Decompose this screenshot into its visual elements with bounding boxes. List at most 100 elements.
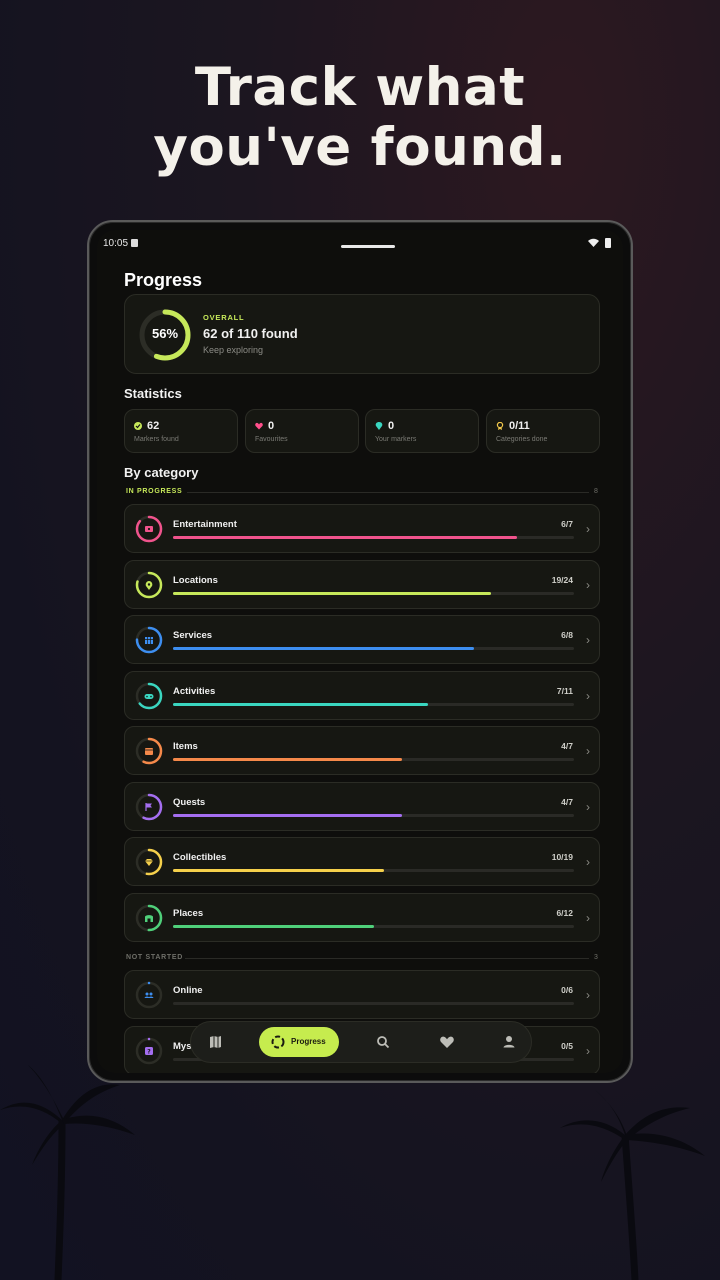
- category-count: 19/24: [551, 574, 573, 585]
- nav-progress-tab[interactable]: Progress: [259, 1027, 339, 1057]
- category-progress-ring: [135, 682, 163, 709]
- category-count: 6/12: [556, 907, 573, 918]
- map-icon[interactable]: [205, 1032, 225, 1052]
- category-count: 0/6: [561, 985, 573, 995]
- category-row-quests[interactable]: Quests 4/7 ›: [124, 781, 600, 831]
- chevron-right-icon: ›: [586, 988, 590, 1002]
- palm-tree-right-icon: [560, 1090, 705, 1280]
- category-progress-track: [173, 702, 574, 706]
- award-icon: [496, 422, 504, 430]
- overall-found-count: 62 of 110 found: [203, 326, 298, 341]
- headline: Track what you've found.: [0, 58, 720, 178]
- headline-line-1: Track what: [194, 57, 526, 118]
- category-name: Activities: [173, 685, 216, 697]
- category-count: 10/19: [551, 852, 573, 862]
- chevron-right-icon: ›: [586, 633, 590, 647]
- status-time: 10:05: [103, 238, 129, 249]
- in-progress-count: 8: [594, 488, 598, 495]
- status-bar: 10:05: [103, 234, 613, 252]
- progress-icon: [271, 1035, 285, 1049]
- category-progress-fill: [173, 647, 474, 650]
- stat-value: 0: [268, 420, 275, 432]
- category-progress-track: [173, 536, 574, 539]
- ticket-icon: [145, 526, 153, 532]
- bottom-nav: Progress: [190, 1021, 532, 1063]
- category-progress-track: [173, 869, 574, 872]
- gem-icon: [145, 859, 153, 866]
- category-row-items[interactable]: Items 4/7 ›: [124, 726, 600, 775]
- category-count: 4/7: [561, 796, 573, 807]
- stat-value: 0/11: [509, 420, 530, 432]
- category-row-entertainment[interactable]: Entertainment 6/7 ›: [124, 504, 600, 553]
- category-row-collectibles[interactable]: Collectibles 10/19 ›: [124, 837, 600, 886]
- category-progress-ring: [135, 571, 163, 598]
- flag-icon: [145, 802, 152, 811]
- category-progress-track: [173, 591, 574, 595]
- chevron-right-icon: ›: [586, 799, 590, 814]
- category-progress-fill: [173, 536, 517, 539]
- stat-label: Markers found: [134, 436, 179, 443]
- stat-favourites[interactable]: 0 Favourites: [245, 409, 359, 453]
- search-icon[interactable]: [373, 1032, 393, 1052]
- stat-value: 62: [147, 420, 160, 432]
- location-pin-icon: [145, 580, 153, 590]
- by-category-title: By category: [124, 465, 199, 480]
- category-progress-ring: [135, 848, 163, 876]
- top-handle: [341, 245, 395, 248]
- stat-markers-found[interactable]: 62 Markers found: [124, 409, 238, 453]
- category-progress-track: [173, 1002, 574, 1005]
- nav-progress-label: Progress: [291, 1037, 326, 1046]
- category-row-activities[interactable]: Activities 7/11 ›: [124, 670, 600, 720]
- category-name: Places: [173, 907, 204, 919]
- category-progress-fill: [173, 869, 384, 872]
- category-count: 4/7: [561, 741, 573, 751]
- stat-your-markers[interactable]: 0 Your markers: [365, 409, 479, 453]
- people-icon: [144, 992, 154, 998]
- category-progress-fill: [173, 591, 491, 595]
- category-progress-fill: [173, 924, 374, 928]
- overall-percent: 56%: [151, 326, 179, 341]
- category-row-locations[interactable]: Locations 19/24 ›: [124, 559, 600, 609]
- chevron-right-icon: ›: [586, 744, 590, 758]
- category-progress-track: [173, 813, 574, 817]
- category-name: Online: [173, 985, 203, 996]
- category-progress-fill: [173, 813, 402, 817]
- category-progress-ring: [135, 904, 163, 931]
- category-name: Locations: [173, 574, 218, 586]
- divider: [185, 958, 589, 959]
- chevron-right-icon: ›: [586, 522, 590, 536]
- category-row-services[interactable]: Services 6/8 ›: [124, 615, 600, 664]
- gamepad-icon: [144, 693, 154, 699]
- category-row-places[interactable]: Places 6/12 ›: [124, 892, 600, 942]
- overall-progress-card: 56% OVERALL 62 of 110 found Keep explori…: [124, 294, 600, 374]
- stat-categories-done[interactable]: 0/11 Categories done: [486, 409, 600, 453]
- chevron-right-icon: ›: [586, 688, 590, 703]
- category-name: Services: [173, 630, 213, 641]
- heart-icon[interactable]: [437, 1032, 457, 1052]
- category-progress-fill: [173, 702, 429, 706]
- check-circle-icon: [134, 422, 142, 430]
- stat-value: 0: [388, 420, 395, 432]
- category-name: Mys: [173, 1040, 192, 1052]
- headline-line-2: you've found.: [153, 117, 567, 178]
- category-progress-track: [173, 924, 574, 928]
- question-icon: ?: [145, 1046, 153, 1055]
- page-title: Progress: [124, 270, 203, 290]
- statistics-title: Statistics: [124, 386, 182, 401]
- app-screen: 10:05 Progress 56% OVERALL 62 of 110 fou…: [97, 230, 623, 1073]
- category-progress-track: [173, 758, 574, 761]
- palm-tree-left-icon: [0, 1065, 135, 1280]
- overall-label: OVERALL: [203, 313, 245, 322]
- profile-icon[interactable]: [499, 1032, 519, 1052]
- category-count: 7/11: [556, 685, 573, 696]
- chevron-right-icon: ›: [586, 855, 590, 869]
- category-progress-ring: [135, 737, 163, 765]
- wifi-icon: [588, 238, 599, 247]
- category-progress-ring: [135, 981, 163, 1009]
- category-row-online[interactable]: Online 0/6 ›: [124, 970, 600, 1019]
- notification-icon: [131, 239, 138, 247]
- category-count: 6/8: [561, 630, 573, 640]
- stat-label: Favourites: [255, 436, 288, 443]
- category-name: Items: [173, 741, 198, 752]
- box-icon: [145, 748, 153, 755]
